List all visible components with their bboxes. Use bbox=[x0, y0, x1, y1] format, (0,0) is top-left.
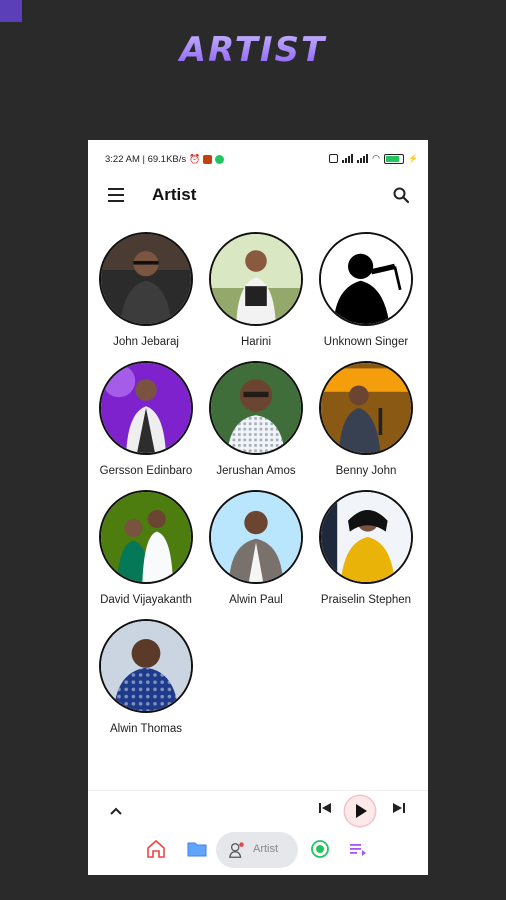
artist-card[interactable]: Unknown Singer bbox=[311, 232, 421, 348]
battery-icon bbox=[384, 153, 405, 164]
artist-avatar bbox=[99, 490, 193, 584]
artist-name: Praiselin Stephen bbox=[320, 594, 412, 606]
alarm-icon: ⏰ bbox=[189, 154, 201, 164]
artist-card[interactable]: John Jebaraj bbox=[91, 232, 201, 348]
artist-name: Benny John bbox=[335, 465, 397, 477]
home-icon[interactable] bbox=[145, 838, 167, 865]
artist-name: David Vijayakanth bbox=[100, 594, 192, 606]
artist-name: John Jebaraj bbox=[113, 336, 179, 348]
banner-title: ARTIST bbox=[0, 30, 506, 70]
app-bar: Artist bbox=[88, 178, 428, 214]
artist-card[interactable]: David Vijayakanth bbox=[91, 490, 201, 606]
artist-avatar bbox=[209, 361, 303, 455]
wifi-icon: ◠ bbox=[372, 153, 381, 163]
artist-name: Gersson Edinbaro bbox=[99, 465, 193, 477]
artist-avatar bbox=[319, 361, 413, 455]
artist-avatar bbox=[99, 619, 193, 713]
play-icon bbox=[356, 804, 367, 818]
status-time: 3:22 AM | 69.1KB/s bbox=[105, 154, 187, 165]
signal-icon bbox=[342, 154, 354, 163]
signal-2-icon bbox=[357, 154, 369, 163]
artist-card[interactable]: Alwin Paul bbox=[201, 490, 311, 606]
artist-card[interactable]: Gersson Edinbaro bbox=[91, 361, 201, 477]
nav-item-artist[interactable]: Artist bbox=[216, 832, 298, 868]
skip-previous-icon[interactable] bbox=[317, 800, 333, 821]
search-icon[interactable] bbox=[392, 186, 410, 204]
status-bar: 3:22 AM | 69.1KB/s ⏰ ◠ ⚡ bbox=[88, 140, 428, 178]
artist-avatar bbox=[319, 490, 413, 584]
artist-name: Alwin Paul bbox=[229, 594, 283, 606]
artist-card[interactable]: Harini bbox=[201, 232, 311, 348]
queue-icon[interactable] bbox=[347, 838, 369, 865]
artist-name: Alwin Thomas bbox=[109, 723, 182, 735]
skip-next-icon[interactable] bbox=[391, 800, 407, 821]
phone-screen: 3:22 AM | 69.1KB/s ⏰ ◠ ⚡ Artist John Jeb… bbox=[88, 140, 428, 875]
chevron-up-icon[interactable] bbox=[108, 803, 124, 819]
menu-icon[interactable] bbox=[108, 188, 124, 202]
app-notification-icon bbox=[203, 155, 213, 164]
artist-card[interactable]: Praiselin Stephen bbox=[311, 490, 421, 606]
artist-avatar bbox=[209, 490, 303, 584]
artist-avatar bbox=[99, 232, 193, 326]
whatsapp-icon bbox=[215, 155, 225, 164]
corner-mark bbox=[0, 0, 22, 22]
artist-card[interactable]: Benny John bbox=[311, 361, 421, 477]
radio-icon[interactable] bbox=[309, 838, 331, 865]
page-title: Artist bbox=[152, 185, 197, 204]
charging-icon: ⚡ bbox=[408, 154, 418, 163]
artist-card[interactable]: Alwin Thomas bbox=[91, 619, 201, 735]
artist-avatar bbox=[319, 232, 413, 326]
artist-name: Unknown Singer bbox=[323, 336, 409, 348]
bottom-navigation: Artist bbox=[88, 832, 428, 875]
nav-active-label: Artist bbox=[253, 843, 279, 855]
mini-player bbox=[88, 790, 428, 833]
artist-avatar bbox=[99, 361, 193, 455]
artist-name: Jerushan Amos bbox=[216, 465, 296, 477]
volte-icon bbox=[329, 154, 339, 163]
artist-avatar bbox=[209, 232, 303, 326]
folder-icon[interactable] bbox=[186, 838, 208, 865]
artist-card[interactable]: Jerushan Amos bbox=[201, 361, 311, 477]
artist-name: Harini bbox=[240, 336, 272, 348]
artist-icon bbox=[229, 842, 244, 858]
play-button[interactable] bbox=[345, 796, 375, 826]
